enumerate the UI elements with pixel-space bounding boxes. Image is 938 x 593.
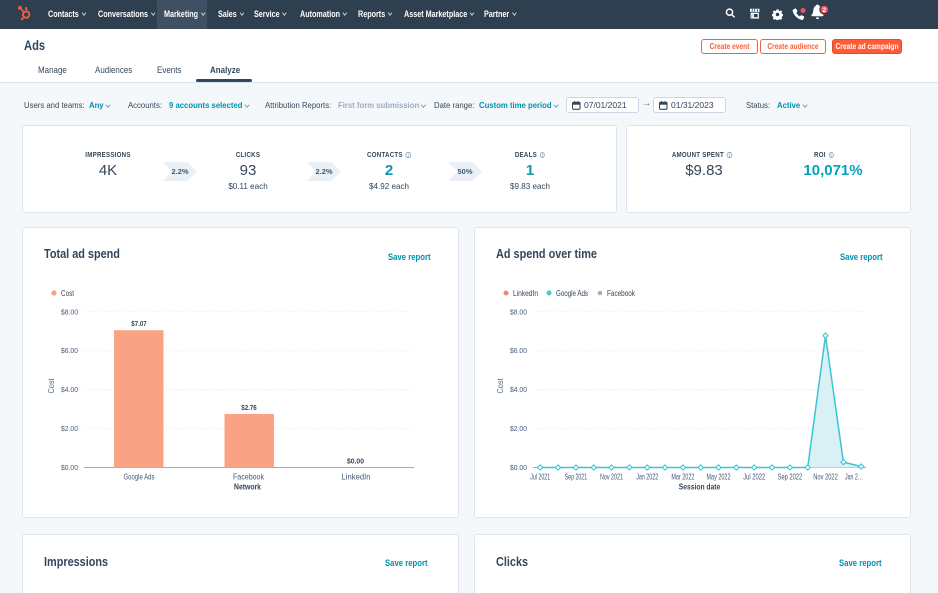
svg-text:Nov 2021: Nov 2021 bbox=[600, 473, 623, 482]
svg-text:May 2022: May 2022 bbox=[707, 473, 731, 482]
svg-text:LinkedIn: LinkedIn bbox=[513, 288, 538, 298]
svg-text:Google Ads: Google Ads bbox=[124, 473, 155, 482]
svg-text:Facebook: Facebook bbox=[607, 288, 636, 298]
svg-text:Sep 2022: Sep 2022 bbox=[778, 473, 803, 482]
svg-text:Cost: Cost bbox=[496, 378, 505, 394]
svg-text:$0.00: $0.00 bbox=[510, 463, 527, 472]
svg-text:Google Ads: Google Ads bbox=[556, 288, 588, 298]
svg-text:Cost: Cost bbox=[61, 288, 74, 298]
svg-text:$8.00: $8.00 bbox=[61, 307, 78, 316]
svg-text:$6.00: $6.00 bbox=[510, 346, 527, 355]
svg-text:Sep 2021: Sep 2021 bbox=[565, 473, 588, 482]
svg-text:Session date: Session date bbox=[679, 482, 721, 492]
svg-text:Cost: Cost bbox=[47, 378, 56, 394]
svg-text:$0.00: $0.00 bbox=[61, 463, 78, 472]
svg-text:Jul 2021: Jul 2021 bbox=[530, 473, 550, 482]
svg-text:$2.76: $2.76 bbox=[241, 403, 257, 412]
svg-text:$2.00: $2.00 bbox=[510, 424, 527, 433]
svg-text:$6.00: $6.00 bbox=[61, 346, 78, 355]
svg-text:$4.00: $4.00 bbox=[61, 385, 78, 394]
svg-text:2: 2 bbox=[822, 7, 826, 14]
svg-text:Network: Network bbox=[234, 482, 261, 492]
svg-text:$7.07: $7.07 bbox=[131, 319, 147, 328]
svg-text:$8.00: $8.00 bbox=[510, 307, 527, 316]
svg-text:LinkedIn: LinkedIn bbox=[342, 473, 371, 482]
svg-text:Jul 2022: Jul 2022 bbox=[743, 473, 765, 482]
svg-text:$0.00: $0.00 bbox=[347, 457, 364, 466]
svg-text:Nov 2022: Nov 2022 bbox=[813, 473, 838, 482]
svg-text:Facebook: Facebook bbox=[233, 473, 265, 482]
svg-text:Mar 2022: Mar 2022 bbox=[671, 473, 694, 482]
svg-text:$2.00: $2.00 bbox=[61, 424, 78, 433]
svg-text:$4.00: $4.00 bbox=[510, 385, 527, 394]
svg-text:Jan 2…: Jan 2… bbox=[845, 473, 863, 482]
svg-text:Jan 2022: Jan 2022 bbox=[636, 473, 658, 482]
